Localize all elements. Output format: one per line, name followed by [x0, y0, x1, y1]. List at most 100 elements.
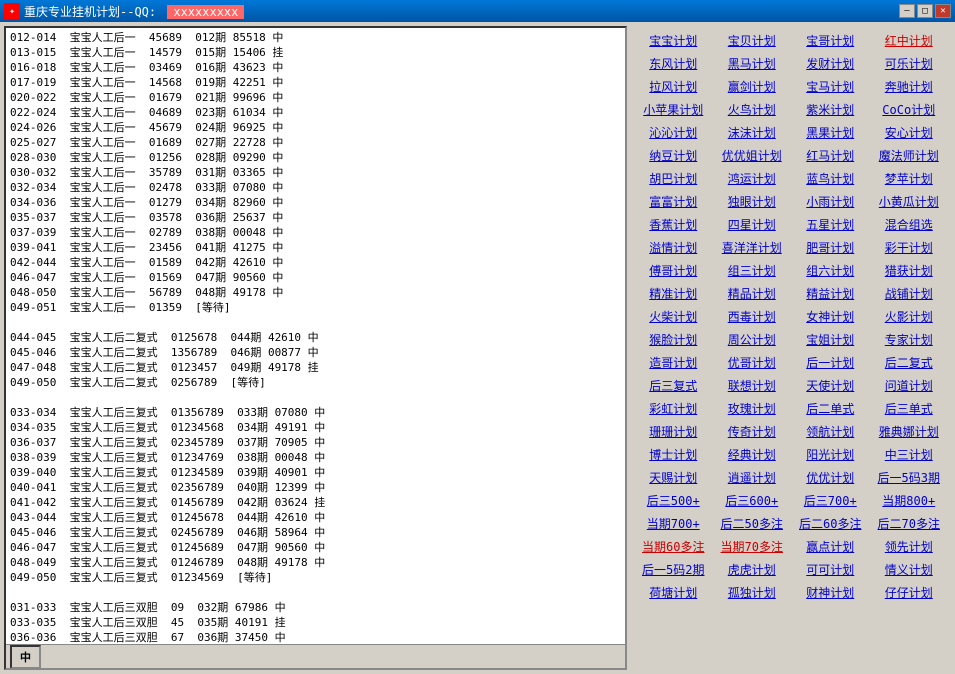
link-item[interactable]: 宝马计划 — [792, 76, 869, 97]
link-item[interactable]: 孤独计划 — [714, 582, 791, 603]
link-item[interactable]: 优优计划 — [792, 467, 869, 488]
link-item[interactable]: 东风计划 — [635, 53, 712, 74]
link-item[interactable]: 火鸟计划 — [714, 99, 791, 120]
link-item[interactable]: CoCo计划 — [871, 99, 948, 120]
link-item[interactable]: 博士计划 — [635, 444, 712, 465]
link-item[interactable]: 天使计划 — [792, 375, 869, 396]
link-item[interactable]: 后二单式 — [792, 398, 869, 419]
link-item[interactable]: 彩干计划 — [871, 237, 948, 258]
link-item[interactable]: 联想计划 — [714, 375, 791, 396]
link-item[interactable]: 精准计划 — [635, 283, 712, 304]
link-item[interactable]: 天赐计划 — [635, 467, 712, 488]
link-item[interactable]: 雅典娜计划 — [871, 421, 948, 442]
link-item[interactable]: 香蕉计划 — [635, 214, 712, 235]
link-item[interactable]: 可可计划 — [792, 559, 869, 580]
link-item[interactable]: 后三复式 — [635, 375, 712, 396]
link-item[interactable]: 富富计划 — [635, 191, 712, 212]
minimize-button[interactable]: — — [899, 4, 915, 18]
link-item[interactable]: 胡巴计划 — [635, 168, 712, 189]
link-item[interactable]: 宝贝计划 — [714, 30, 791, 51]
link-item[interactable]: 经典计划 — [714, 444, 791, 465]
link-item[interactable]: 小黄瓜计划 — [871, 191, 948, 212]
link-item[interactable]: 沁沁计划 — [635, 122, 712, 143]
link-item[interactable]: 后二60多注 — [792, 513, 869, 534]
link-item[interactable]: 彩虹计划 — [635, 398, 712, 419]
link-item[interactable]: 拉风计划 — [635, 76, 712, 97]
link-item[interactable]: 蓝鸟计划 — [792, 168, 869, 189]
link-item[interactable]: 组六计划 — [792, 260, 869, 281]
link-item[interactable]: 虎虎计划 — [714, 559, 791, 580]
link-item[interactable]: 荷塘计划 — [635, 582, 712, 603]
link-item[interactable]: 后三700+ — [792, 490, 869, 511]
link-item[interactable]: 女神计划 — [792, 306, 869, 327]
link-item[interactable]: 专家计划 — [871, 329, 948, 350]
link-item[interactable]: 中三计划 — [871, 444, 948, 465]
link-item[interactable]: 五星计划 — [792, 214, 869, 235]
link-item[interactable]: 四星计划 — [714, 214, 791, 235]
link-item[interactable]: 独眼计划 — [714, 191, 791, 212]
link-item[interactable]: 后二70多注 — [871, 513, 948, 534]
link-item[interactable]: 赢剑计划 — [714, 76, 791, 97]
link-item[interactable]: 当期60多注 — [635, 536, 712, 557]
link-item[interactable]: 阳光计划 — [792, 444, 869, 465]
link-item[interactable]: 溢情计划 — [635, 237, 712, 258]
link-item[interactable]: 逍遥计划 — [714, 467, 791, 488]
link-item[interactable]: 梦苹计划 — [871, 168, 948, 189]
link-item[interactable]: 情义计划 — [871, 559, 948, 580]
link-item[interactable]: 造哥计划 — [635, 352, 712, 373]
link-item[interactable]: 红马计划 — [792, 145, 869, 166]
link-item[interactable]: 优优姐计划 — [714, 145, 791, 166]
link-item[interactable]: 红中计划 — [871, 30, 948, 51]
link-item[interactable]: 安心计划 — [871, 122, 948, 143]
link-item[interactable]: 财神计划 — [792, 582, 869, 603]
link-item[interactable]: 小苹果计划 — [635, 99, 712, 120]
link-item[interactable]: 后一5码2期 — [635, 559, 712, 580]
link-item[interactable]: 鸿运计划 — [714, 168, 791, 189]
close-button[interactable]: ✕ — [935, 4, 951, 18]
link-item[interactable]: 优哥计划 — [714, 352, 791, 373]
link-item[interactable]: 传奇计划 — [714, 421, 791, 442]
link-item[interactable]: 喜洋洋计划 — [714, 237, 791, 258]
link-item[interactable]: 当期800+ — [871, 490, 948, 511]
link-item[interactable]: 玫瑰计划 — [714, 398, 791, 419]
link-item[interactable]: 后三600+ — [714, 490, 791, 511]
link-item[interactable]: 小雨计划 — [792, 191, 869, 212]
link-item[interactable]: 肥哥计划 — [792, 237, 869, 258]
link-item[interactable]: 后三500+ — [635, 490, 712, 511]
link-item[interactable]: 精益计划 — [792, 283, 869, 304]
link-item[interactable]: 后二复式 — [871, 352, 948, 373]
link-item[interactable]: 沫沫计划 — [714, 122, 791, 143]
link-item[interactable]: 后三单式 — [871, 398, 948, 419]
link-item[interactable]: 问道计划 — [871, 375, 948, 396]
link-item[interactable]: 发财计划 — [792, 53, 869, 74]
link-item[interactable]: 魔法师计划 — [871, 145, 948, 166]
link-item[interactable]: 后一5码3期 — [871, 467, 948, 488]
link-item[interactable]: 后二50多注 — [714, 513, 791, 534]
link-item[interactable]: 宝姐计划 — [792, 329, 869, 350]
link-item[interactable]: 领航计划 — [792, 421, 869, 442]
link-item[interactable]: 黑果计划 — [792, 122, 869, 143]
link-item[interactable]: 宝宝计划 — [635, 30, 712, 51]
link-item[interactable]: 仔仔计划 — [871, 582, 948, 603]
link-item[interactable]: 当期70多注 — [714, 536, 791, 557]
link-item[interactable]: 猴脸计划 — [635, 329, 712, 350]
link-item[interactable]: 西毒计划 — [714, 306, 791, 327]
link-item[interactable]: 后一计划 — [792, 352, 869, 373]
link-item[interactable]: 傅哥计划 — [635, 260, 712, 281]
link-item[interactable]: 火影计划 — [871, 306, 948, 327]
left-scroll-area[interactable]: 012-014 宝宝人工后一 45689 012期 85518 中 013-01… — [6, 28, 625, 644]
link-item[interactable]: 可乐计划 — [871, 53, 948, 74]
link-item[interactable]: 周公计划 — [714, 329, 791, 350]
link-item[interactable]: 当期700+ — [635, 513, 712, 534]
link-item[interactable]: 组三计划 — [714, 260, 791, 281]
link-item[interactable]: 混合组选 — [871, 214, 948, 235]
link-item[interactable]: 纳豆计划 — [635, 145, 712, 166]
link-item[interactable]: 黑马计划 — [714, 53, 791, 74]
link-item[interactable]: 火柴计划 — [635, 306, 712, 327]
link-item[interactable]: 战铺计划 — [871, 283, 948, 304]
link-item[interactable]: 紫米计划 — [792, 99, 869, 120]
link-item[interactable]: 猎获计划 — [871, 260, 948, 281]
link-item[interactable]: 赢点计划 — [792, 536, 869, 557]
link-item[interactable]: 奔驰计划 — [871, 76, 948, 97]
link-item[interactable]: 珊珊计划 — [635, 421, 712, 442]
